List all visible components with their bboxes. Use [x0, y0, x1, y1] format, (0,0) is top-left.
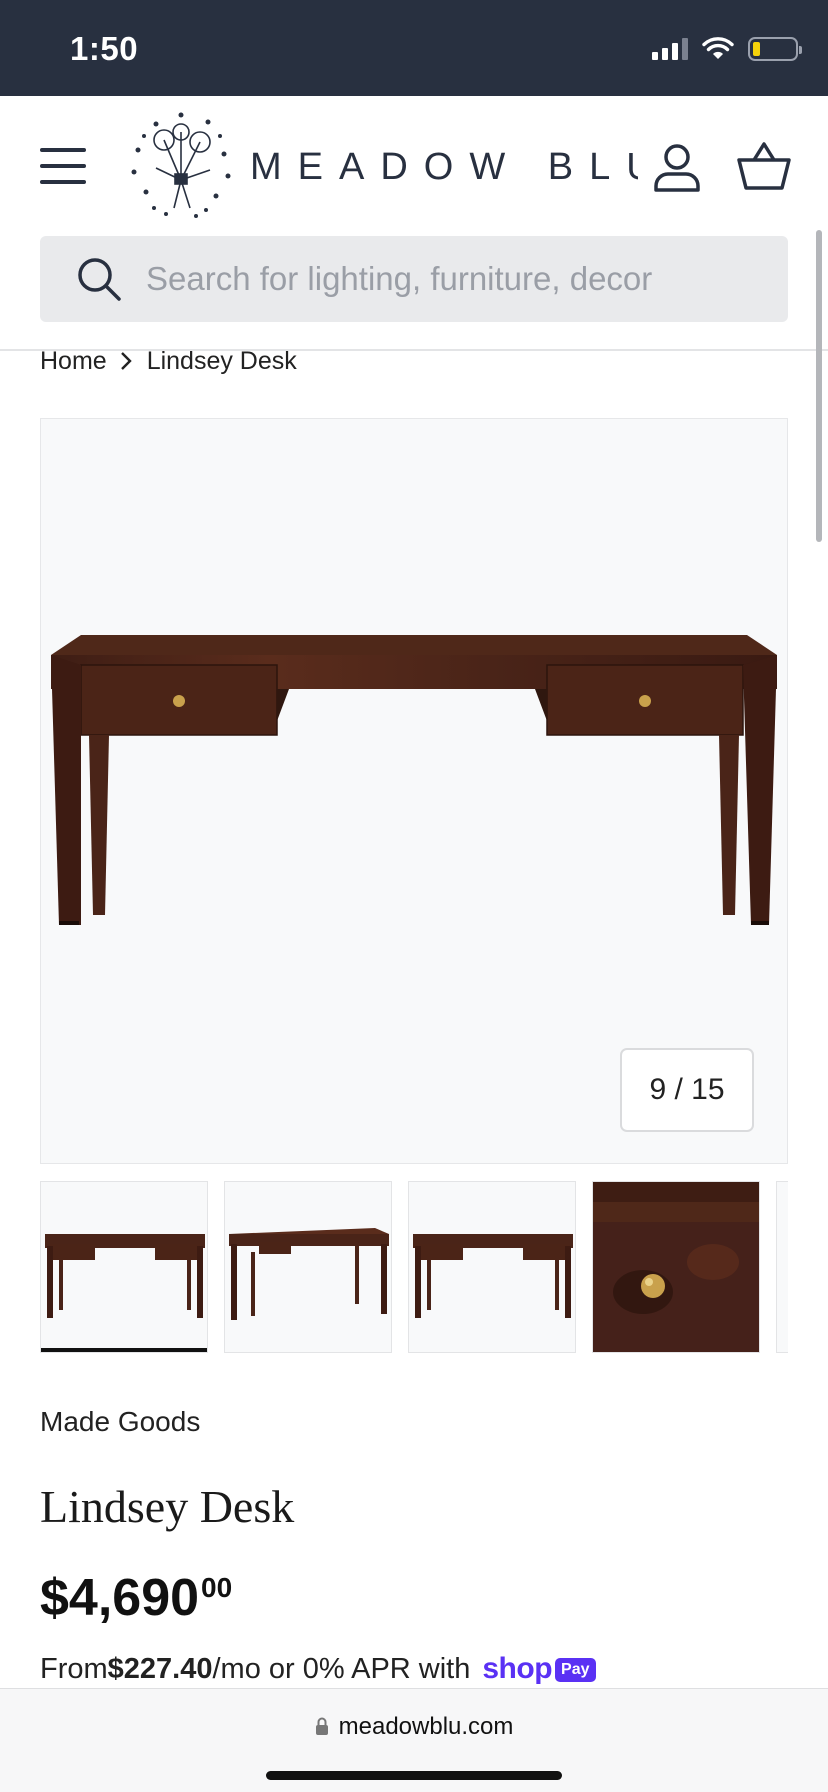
menu-button[interactable] [40, 148, 86, 184]
shop-pay-badge: Pay [555, 1658, 596, 1682]
url-text: meadowblu.com [338, 1713, 514, 1740]
status-icons [652, 34, 802, 64]
installments-text[interactable]: From $227.40 /mo or 0% APR with shop Pay [40, 1652, 596, 1686]
shopping-basket-icon[interactable] [736, 140, 792, 192]
shop-pay-logo: shop [482, 1652, 553, 1685]
thumbnail-desk-front-alt[interactable] [408, 1181, 576, 1353]
installments-prefix: From [40, 1652, 108, 1685]
thumbnail-desk-front[interactable] [40, 1181, 208, 1353]
product-title: Lindsey Desk [40, 1481, 295, 1532]
product-vendor[interactable]: Made Goods [40, 1406, 200, 1438]
thumbnail-desk-angled[interactable] [224, 1181, 392, 1353]
price-cents: 00 [201, 1572, 233, 1603]
search-icon[interactable] [76, 256, 122, 302]
browser-url-bar[interactable]: meadowblu.com [0, 1688, 828, 1792]
cellular-signal-icon [652, 38, 688, 60]
search-bar[interactable] [40, 236, 788, 322]
image-counter: 9 / 15 [620, 1048, 754, 1132]
product-price: $4,690 00 [40, 1570, 232, 1626]
home-indicator[interactable] [266, 1771, 562, 1780]
chevron-right-icon [120, 352, 132, 370]
breadcrumb-current: Lindsey Desk [146, 346, 297, 375]
battery-icon [748, 37, 802, 61]
thumbnail-strip[interactable] [40, 1181, 788, 1355]
product-main-image[interactable]: 9 / 15 [40, 418, 788, 1164]
thumbnail-next[interactable] [776, 1181, 788, 1353]
status-bar: 1:50 [0, 0, 828, 96]
url-display[interactable]: meadowblu.com [0, 1713, 828, 1741]
status-time: 1:50 [70, 30, 139, 67]
breadcrumb: Home Lindsey Desk [40, 344, 297, 378]
search-input[interactable] [146, 236, 722, 322]
scrollbar[interactable] [816, 230, 822, 542]
dandelion-bouquet-icon[interactable] [126, 110, 236, 220]
brand-name[interactable]: MEADOW BLU [250, 146, 638, 189]
desk-image [51, 635, 777, 925]
installments-amount: $227.40 [107, 1652, 213, 1685]
breadcrumb-home-link[interactable]: Home [40, 347, 107, 376]
thumbnail-drawer-knob[interactable] [592, 1181, 760, 1353]
wifi-icon [702, 37, 734, 59]
site-header: MEADOW BLU [0, 96, 828, 236]
price-main: $4,690 [40, 1569, 200, 1627]
installments-suffix: /mo or 0% APR with [212, 1652, 471, 1685]
user-account-icon[interactable] [650, 140, 704, 194]
lock-icon [315, 1717, 328, 1735]
